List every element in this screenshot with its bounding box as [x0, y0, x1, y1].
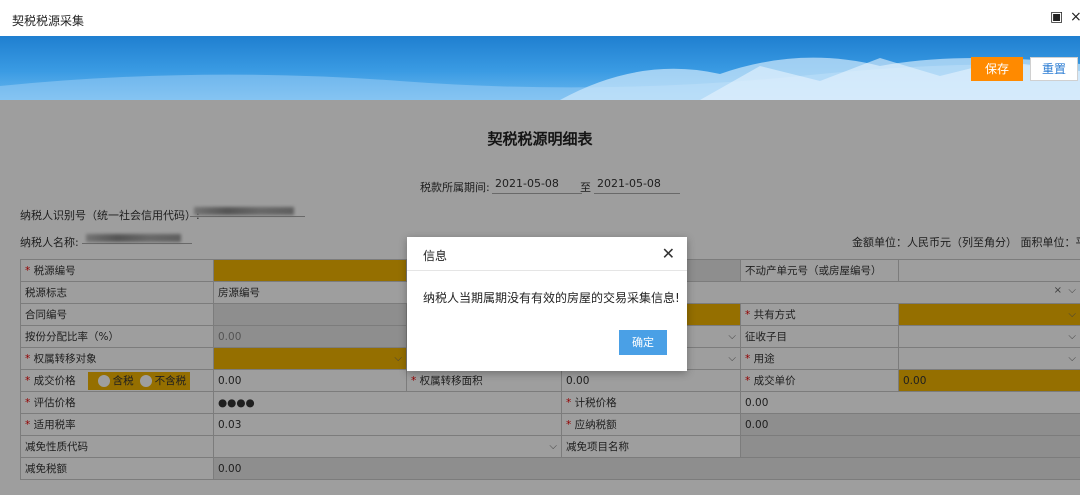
confirm-button[interactable]: 确定 [619, 330, 667, 355]
dialog-header: 信息 ✕ [407, 237, 687, 271]
save-button[interactable]: 保存 [971, 57, 1023, 81]
window-titlebar: 契税税源采集 ▣ × [0, 0, 1080, 36]
header-banner [0, 36, 1080, 100]
window-title: 契税税源采集 [12, 14, 85, 28]
dialog-title: 信息 [423, 249, 448, 263]
reset-button[interactable]: 重置 [1030, 57, 1078, 81]
dialog-message: 纳税人当期属期没有有效的房屋的交易采集信息! [423, 291, 680, 305]
banner-decoration [0, 57, 1080, 100]
close-icon[interactable]: × [1070, 9, 1080, 25]
close-icon[interactable]: ✕ [662, 244, 675, 263]
restore-icon[interactable]: ▣ [1050, 9, 1063, 25]
info-dialog: 信息 ✕ 纳税人当期属期没有有效的房屋的交易采集信息! 确定 [407, 237, 687, 371]
